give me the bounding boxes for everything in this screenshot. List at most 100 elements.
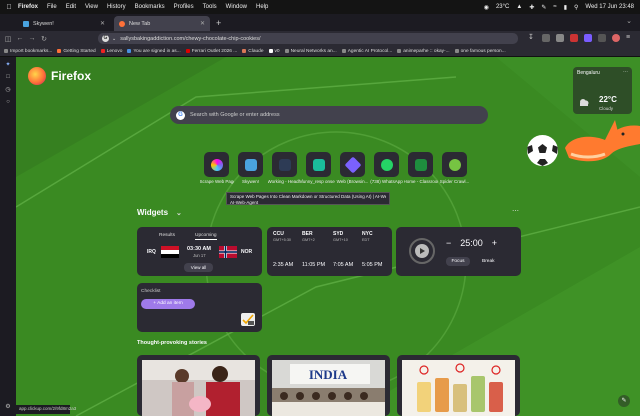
bookmark-item[interactable]: one famous person... [454, 49, 506, 54]
bookmark-item[interactable]: Import bookmarks... [4, 49, 52, 54]
clock-text[interactable]: Wed 17 Jun 23:48 [585, 4, 634, 10]
shortcut-icon-tile[interactable] [306, 152, 331, 177]
google-icon: G [102, 35, 109, 42]
checklist-title: Checklist [141, 289, 161, 294]
story-card[interactable] [397, 355, 520, 416]
shortcut-tile[interactable]: Home - Classroom [404, 152, 438, 184]
home-team: IRQ [147, 249, 156, 255]
download-icon[interactable]: ↧ [528, 34, 536, 42]
puzzle-icon[interactable] [598, 34, 606, 42]
sparkle-icon[interactable]: ✦ [5, 61, 10, 68]
gamepad-icon[interactable]: ✚ [529, 4, 534, 11]
bookmark-item[interactable]: You are signed in as... [127, 49, 181, 54]
sync-icon[interactable]: ○ [6, 99, 10, 105]
account-icon[interactable] [612, 34, 620, 42]
shortcut-icon-tile[interactable] [442, 152, 467, 177]
decrease-time-button[interactable]: − [446, 238, 451, 248]
shortcut-tile[interactable]: Scrape Web Pages Into... [200, 152, 234, 184]
bookmarks-icon[interactable]: □ [6, 74, 10, 80]
battery-icon[interactable]: ▮ [564, 4, 567, 11]
customize-page-icon[interactable]: ✎ [618, 395, 630, 407]
widgets-more-icon[interactable]: ⋯ [512, 207, 519, 215]
bookmark-item[interactable]: Getting Started [57, 49, 96, 54]
new-tab-button[interactable]: + [216, 16, 221, 31]
bookmark-item[interactable]: animeparhe :: okay-... [397, 49, 450, 54]
menu-file[interactable]: File [47, 4, 57, 10]
tab-list-icon[interactable]: ⌄ [626, 17, 632, 25]
shield-icon[interactable]: ▲ [516, 4, 522, 10]
menu-bookmarks[interactable]: Bookmarks [135, 4, 165, 10]
pen-icon[interactable]: ✎ [541, 4, 546, 11]
weather-temp: 22°C [599, 95, 617, 104]
fox-illustration [565, 120, 640, 162]
bookmark-item[interactable]: Agentic AI Protocol... [341, 49, 392, 54]
add-item-label: Add an item [157, 301, 183, 306]
sidebar-toggle-icon[interactable]: ◫ [2, 35, 14, 43]
back-button[interactable]: ← [14, 35, 26, 42]
shortcut-tile[interactable]: Spider Crawl... [440, 152, 469, 184]
url-bar[interactable]: G ⌄ sallysbakingaddiction.com/chewy-choc… [98, 33, 518, 44]
extension-icon[interactable] [570, 34, 578, 42]
shortcut-tile[interactable]: Web (Browsin... [337, 152, 368, 184]
search-icon[interactable]: ⚲ [574, 4, 578, 11]
menu-window[interactable]: Window [226, 4, 247, 10]
history-icon[interactable]: ◷ [5, 86, 10, 93]
tab-skywen[interactable]: Skywen! ✕ [18, 16, 110, 31]
extension-icon[interactable] [542, 34, 550, 42]
shortcut-icon-tile[interactable] [238, 152, 263, 177]
timer-play-button[interactable] [409, 238, 435, 264]
menu-profiles[interactable]: Profiles [174, 4, 194, 10]
bookmark-item[interactable]: v0 [268, 49, 280, 54]
weather-widget[interactable]: Bengaluru ⋯ 22°C Cloudy [573, 67, 632, 114]
bookmark-item[interactable]: Claude [242, 49, 264, 54]
collapse-icon[interactable]: ⌄ [176, 209, 182, 217]
bookmark-item[interactable]: Lenovo [100, 49, 122, 54]
shortcut-tile[interactable]: funny_resp onse | Ant... [302, 152, 336, 184]
shortcut-icon-tile[interactable] [374, 152, 399, 177]
more-options-icon[interactable]: ⋯ [623, 69, 628, 75]
tab-upcoming[interactable]: Upcoming [195, 233, 217, 240]
tab-results[interactable]: Results [159, 233, 175, 240]
story-card[interactable] [137, 355, 260, 416]
shortcut-tile[interactable]: (738) WhatsApp [370, 152, 403, 184]
dropdown-icon[interactable]: ⌄ [112, 36, 116, 42]
url-text[interactable]: sallysbakingaddiction.com/chewy-chocolat… [120, 36, 260, 42]
add-item-button[interactable]: + Add an item [141, 299, 195, 309]
menu-help[interactable]: Help [256, 4, 268, 10]
apple-icon[interactable]:  [0, 4, 18, 11]
view-all-button[interactable]: View all [184, 263, 213, 272]
menu-view[interactable]: View [85, 4, 98, 10]
control-icon[interactable]: ◉ [484, 4, 489, 11]
story-card[interactable]: INDIA [267, 355, 390, 416]
menu-tools[interactable]: Tools [203, 4, 217, 10]
reload-button[interactable]: ↻ [38, 35, 50, 43]
forward-button[interactable]: → [26, 35, 38, 42]
shortcut-icon-tile[interactable] [204, 152, 229, 177]
extension-icon[interactable] [584, 34, 592, 42]
bookmark-item[interactable]: Neural Networks an... [284, 49, 337, 54]
break-mode-button[interactable]: Break [482, 259, 495, 264]
menu-edit[interactable]: Edit [66, 4, 76, 10]
shortcut-tile[interactable]: Working - Headhuntin... [268, 152, 302, 184]
shortcut-icon-tile[interactable] [340, 152, 365, 177]
search-bar[interactable]: G Search with Google or enter address [170, 106, 488, 124]
shortcut-icon-tile[interactable] [272, 152, 297, 177]
bookmark-icon [100, 49, 105, 53]
menu-app[interactable]: Firefox [18, 4, 38, 10]
menu-history[interactable]: History [107, 4, 126, 10]
tab-new-tab[interactable]: New Tab ✕ [114, 16, 210, 31]
shortcut-icon-tile[interactable] [408, 152, 433, 177]
focus-mode-button[interactable]: Focus [446, 257, 470, 266]
bookmark-item[interactable]: Ferrari Outlet 2026 ... [185, 49, 237, 54]
weather-status[interactable]: 23°C [496, 4, 509, 10]
wifi-icon[interactable]: ≈ [553, 4, 556, 10]
extension-icon[interactable] [556, 34, 564, 42]
customize-icon[interactable]: ⚙ [5, 403, 10, 410]
close-tab-icon[interactable]: ✕ [200, 20, 205, 27]
close-tab-icon[interactable]: ✕ [100, 20, 105, 27]
status-bar-url: app.clickup.com/2/9fd8m2a3 [16, 405, 76, 414]
increase-time-button[interactable]: + [492, 238, 497, 248]
menu-icon[interactable]: ≡ [626, 34, 634, 42]
clock-time: 2:35 AM [273, 262, 294, 268]
shortcut-tile[interactable]: Skywen! [238, 152, 263, 184]
